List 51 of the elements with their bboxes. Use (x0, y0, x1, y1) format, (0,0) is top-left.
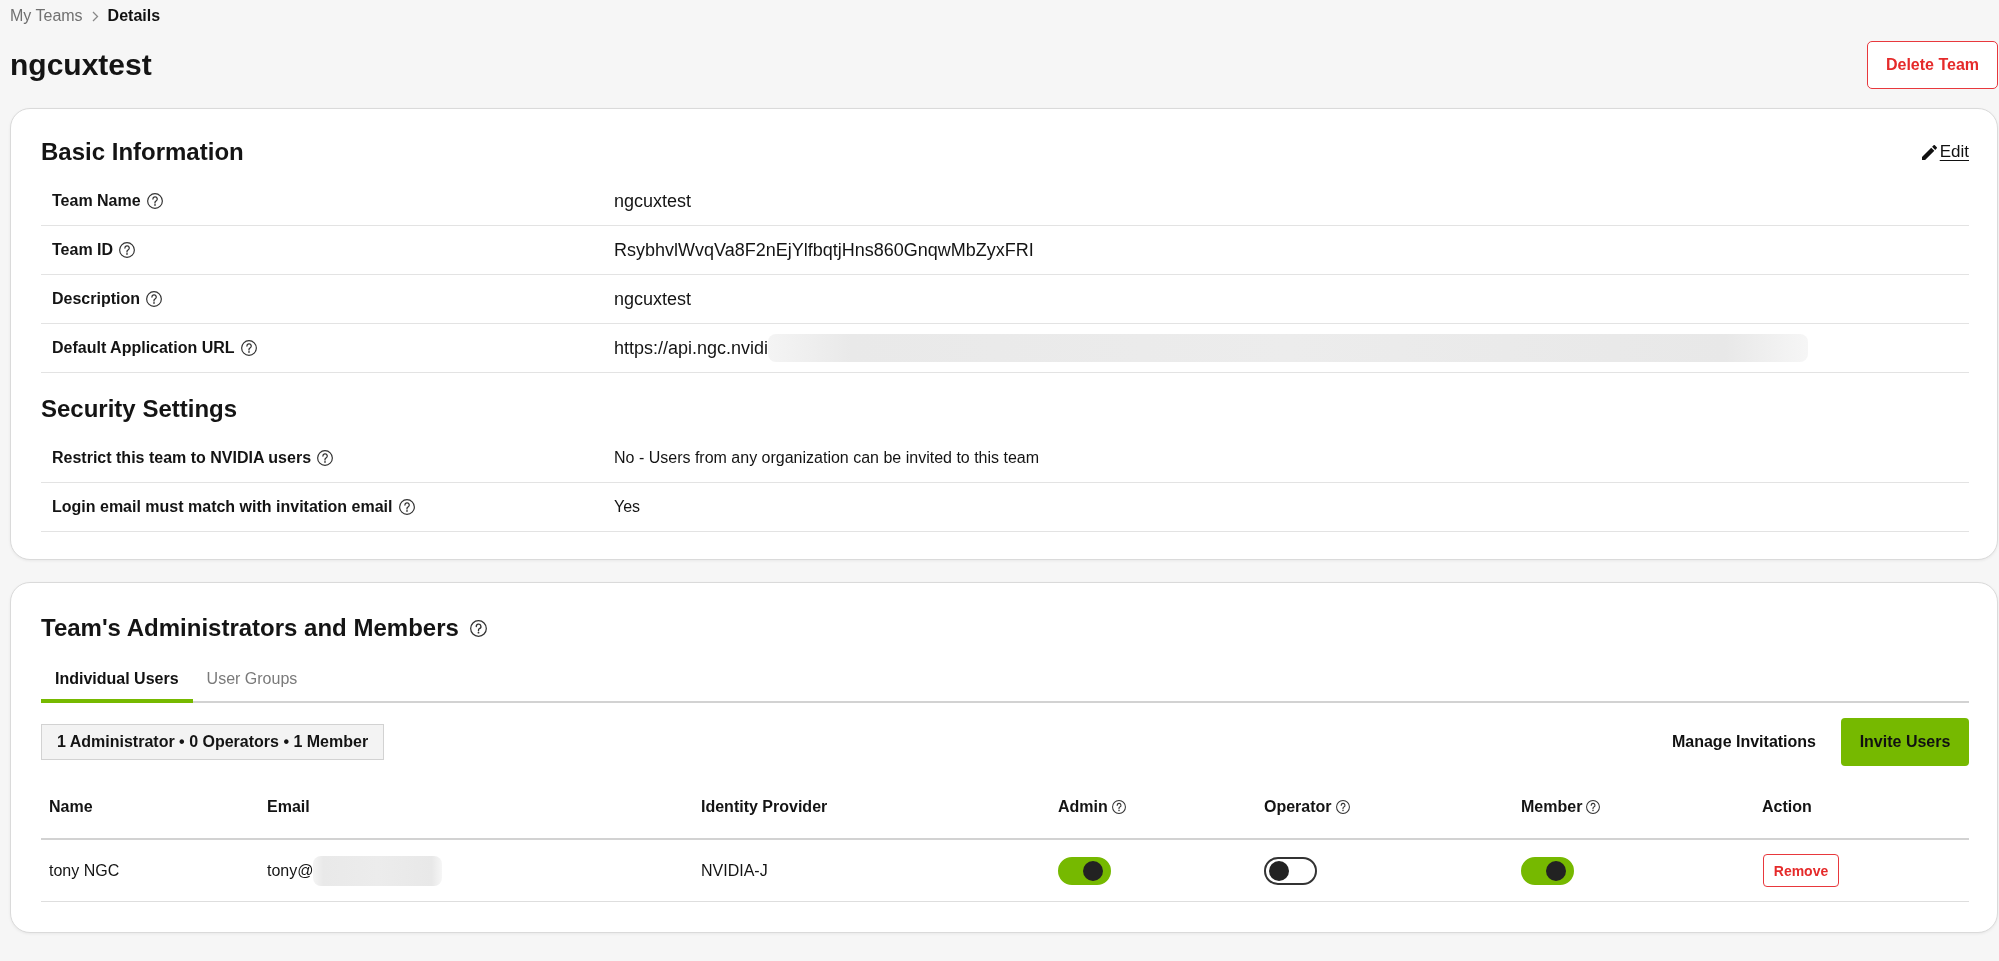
delete-team-button[interactable]: Delete Team (1867, 41, 1998, 89)
column-header: Name (49, 798, 93, 816)
field-label: Team Name (52, 192, 141, 210)
help-icon[interactable] (240, 340, 257, 356)
field-value: ngcuxtest (614, 288, 692, 310)
breadcrumb-link[interactable]: My Teams (10, 7, 83, 25)
section-heading: Security Settings (41, 394, 238, 424)
edit-link[interactable]: Edit (1921, 142, 1969, 162)
column-header: Action (1762, 798, 1812, 816)
table-cell: NVIDIA-J (701, 861, 768, 880)
pencil-icon (1921, 144, 1937, 160)
toggle-switch[interactable] (1264, 856, 1317, 885)
help-icon[interactable] (1335, 800, 1350, 814)
section-heading: Team's Administrators and Members (41, 613, 459, 643)
help-icon[interactable] (1586, 800, 1601, 814)
field-value: https://api.ngc.nvidi (614, 337, 769, 359)
help-icon[interactable] (1111, 800, 1126, 814)
chevron-right-icon (91, 10, 99, 22)
manage-invitations-link[interactable]: Manage Invitations (1671, 733, 1816, 751)
column-header: Email (267, 798, 310, 816)
column-header: Operator (1264, 798, 1332, 816)
table-cell: tony NGC (49, 861, 120, 880)
field-value: Yes (614, 498, 641, 516)
field-label: Team ID (52, 241, 114, 259)
invite-users-button[interactable]: Invite Users (1841, 718, 1969, 766)
field-value: ngcuxtest (614, 190, 692, 212)
help-icon[interactable] (146, 193, 163, 209)
column-header: Identity Provider (701, 798, 828, 816)
field-label: Description (52, 290, 140, 308)
field-label: Default Application URL (52, 339, 235, 357)
tab[interactable]: User Groups (192, 664, 312, 703)
column-header: Member (1521, 798, 1583, 816)
tab[interactable]: Individual Users (41, 664, 193, 703)
column-header: Admin (1058, 798, 1108, 816)
member-count-summary: 1 Administrator • 0 Operators • 1 Member (41, 724, 385, 760)
field-label: Login email must match with invitation email (52, 498, 393, 516)
help-icon[interactable] (469, 619, 487, 637)
section-heading: Basic Information (41, 137, 244, 167)
page-title: ngcuxtest (10, 48, 152, 82)
table-cell: tony@ (267, 861, 314, 880)
remove-button[interactable]: Remove (1763, 854, 1839, 887)
field-value: RsybhvlWvqVa8F2nEjYlfbqtjHns860GnqwMbZyxFRI (614, 239, 1034, 261)
toggle-switch[interactable] (1521, 856, 1574, 885)
toggle-switch[interactable] (1058, 856, 1111, 885)
breadcrumb-link[interactable]: Details (107, 7, 161, 25)
help-icon[interactable] (146, 291, 162, 307)
help-icon[interactable] (119, 242, 136, 258)
field-label: Restrict this team to NVIDIA users (52, 449, 312, 467)
help-icon[interactable] (317, 450, 334, 466)
field-value: No - Users from any organization can be invited to this team (614, 449, 1040, 467)
help-icon[interactable] (398, 499, 415, 515)
